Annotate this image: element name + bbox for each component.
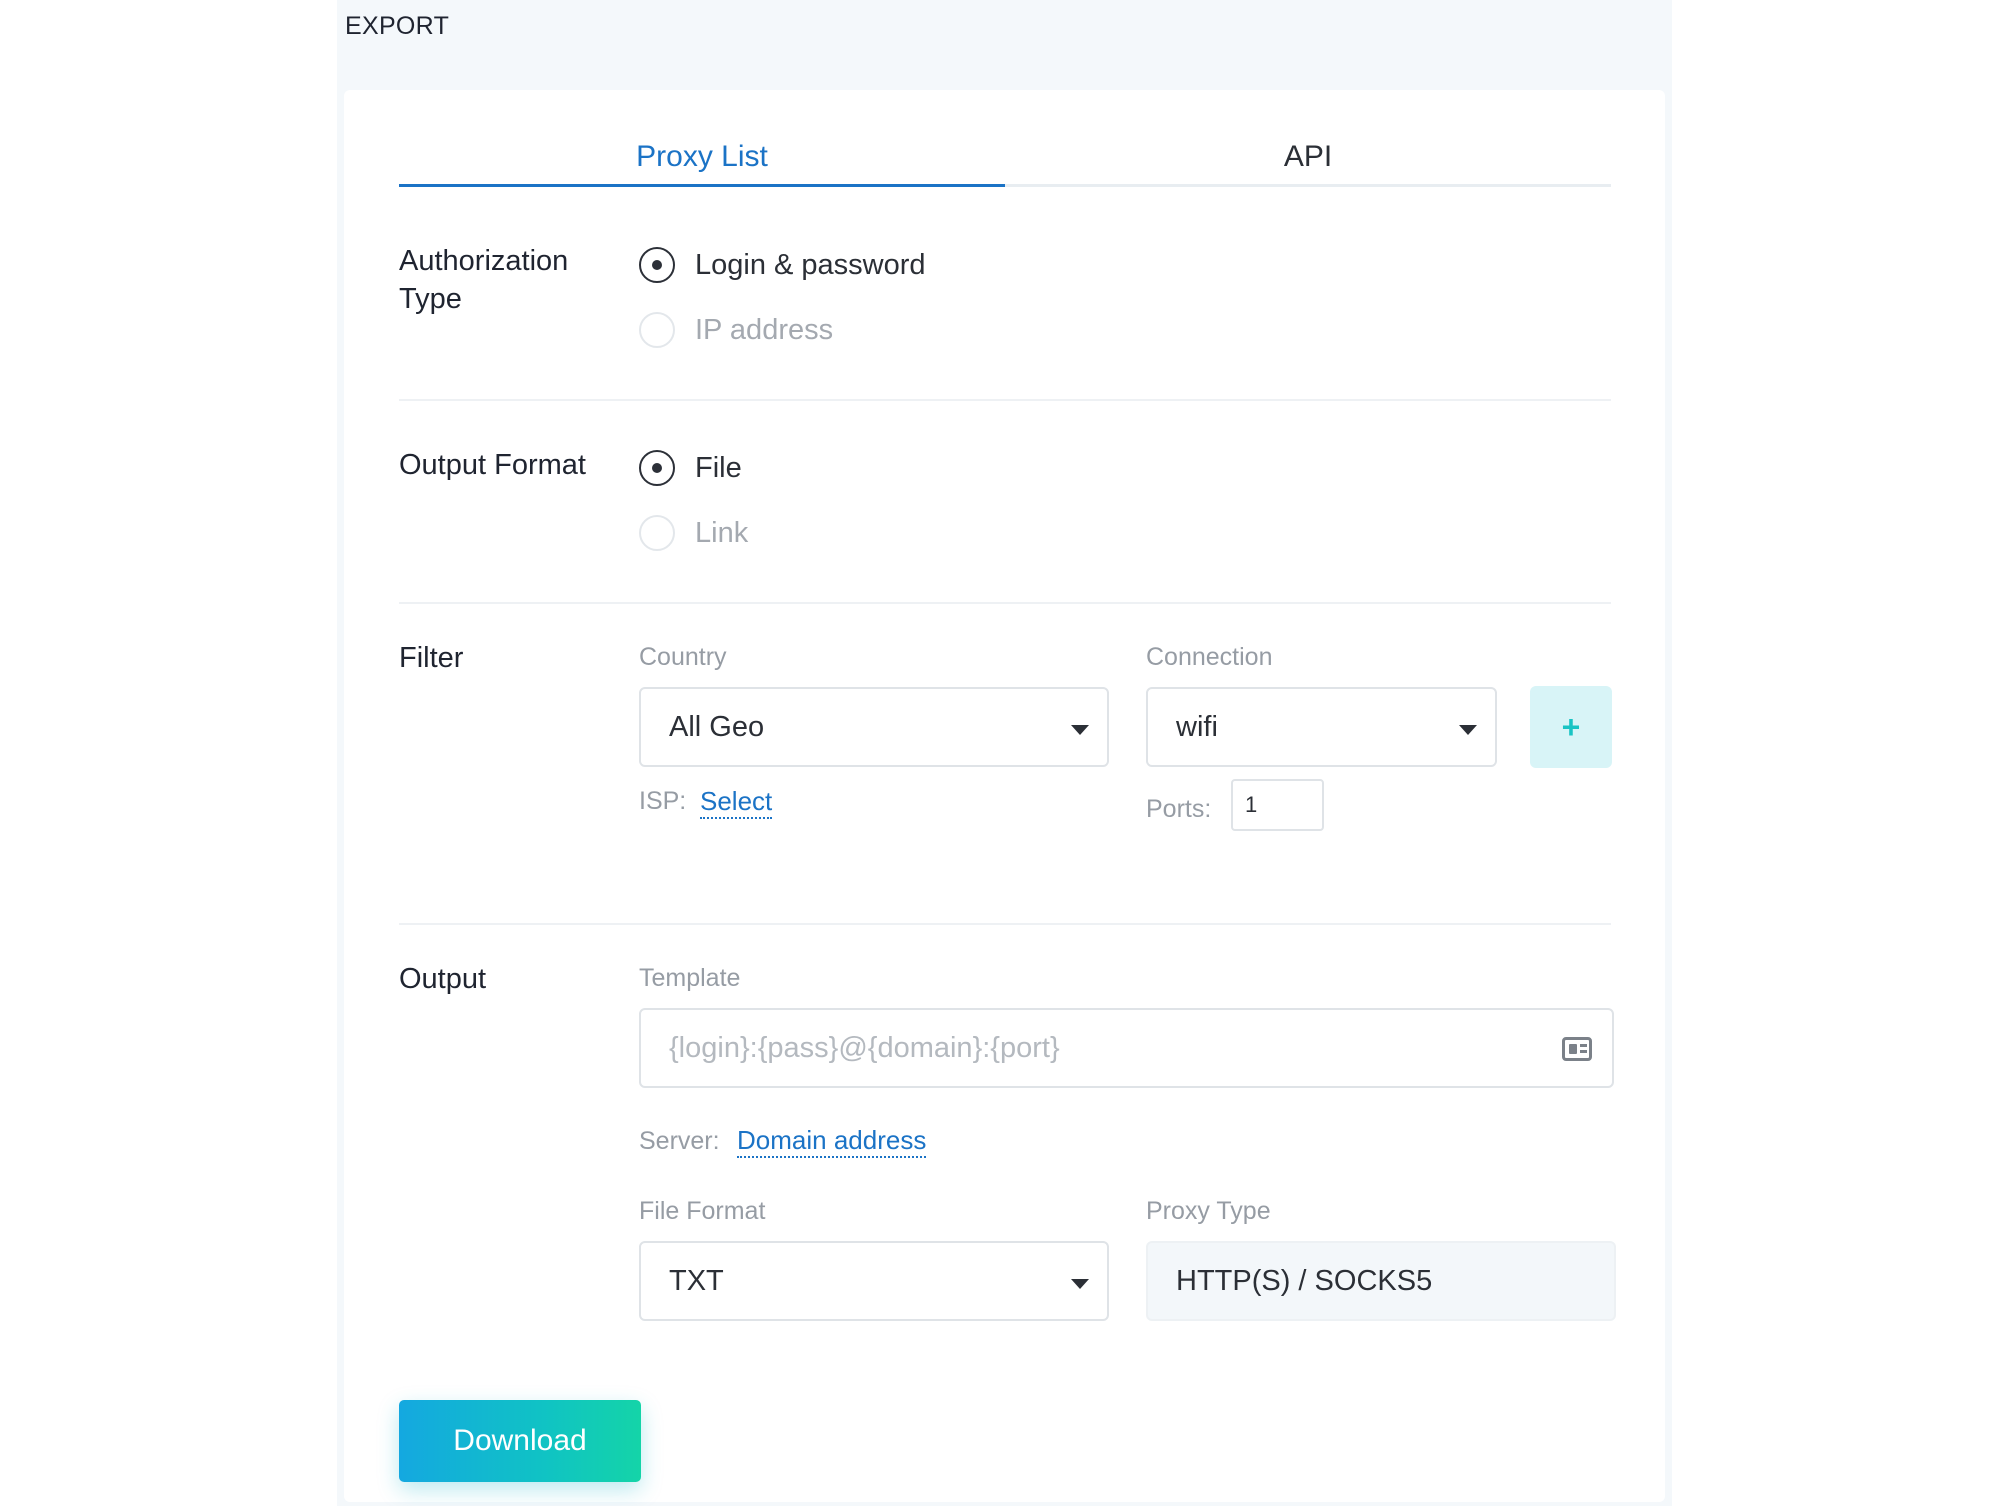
radio-label: IP address xyxy=(695,313,834,346)
country-value: All Geo xyxy=(669,710,765,743)
template-placeholder: {login}:{pass}@{domain}:{port} xyxy=(669,1031,1060,1064)
ports-input[interactable]: 1 xyxy=(1231,779,1324,831)
plus-icon: + xyxy=(1561,708,1581,745)
tab-bar: Proxy List API xyxy=(399,130,1611,187)
server-domain-link[interactable]: Domain address xyxy=(737,1124,927,1158)
server-label: Server: xyxy=(639,1127,720,1155)
template-input[interactable]: {login}:{pass}@{domain}:{port} xyxy=(639,1008,1614,1088)
isp-label: ISP: xyxy=(639,787,687,815)
file-format-label: File Format xyxy=(639,1197,766,1225)
divider xyxy=(399,602,1611,604)
file-format-value: TXT xyxy=(669,1264,724,1297)
export-panel: EXPORT Proxy List API Authorization Type… xyxy=(337,0,1672,1506)
divider xyxy=(399,923,1611,925)
radio-label: Login & password xyxy=(695,248,926,281)
radio-ip-address[interactable]: IP address xyxy=(639,310,833,350)
connection-value: wifi xyxy=(1176,710,1218,743)
chevron-down-icon xyxy=(1071,725,1089,735)
radio-label: Link xyxy=(695,516,749,549)
authorization-label-line2: Type xyxy=(399,283,462,315)
template-card-icon[interactable] xyxy=(1562,1037,1592,1061)
tab-api[interactable]: API xyxy=(1005,130,1611,184)
radio-unchecked-icon[interactable] xyxy=(639,515,675,551)
tab-proxy-list[interactable]: Proxy List xyxy=(399,130,1005,187)
radio-login-password[interactable]: Login & password xyxy=(639,245,926,285)
country-select[interactable]: All Geo xyxy=(639,687,1109,767)
authorization-label-line1: Authorization xyxy=(399,245,569,277)
radio-label: File xyxy=(695,451,742,484)
ports-label: Ports: xyxy=(1146,795,1212,823)
country-label: Country xyxy=(639,643,727,671)
export-card: Proxy List API Authorization Type Login … xyxy=(344,90,1665,1502)
radio-unchecked-icon[interactable] xyxy=(639,312,675,348)
output-format-label: Output Format xyxy=(399,449,586,481)
radio-checked-icon[interactable] xyxy=(639,450,675,486)
page-title: EXPORT xyxy=(345,12,450,40)
radio-checked-icon[interactable] xyxy=(639,247,675,283)
radio-file[interactable]: File xyxy=(639,448,742,488)
proxy-type-field: HTTP(S) / SOCKS5 xyxy=(1146,1241,1616,1321)
divider xyxy=(399,399,1611,401)
template-label: Template xyxy=(639,964,741,992)
authorization-type-label: Authorization Type xyxy=(399,242,568,318)
output-label: Output xyxy=(399,963,487,995)
add-filter-button[interactable]: + xyxy=(1530,686,1612,768)
proxy-type-label: Proxy Type xyxy=(1146,1197,1271,1225)
connection-label: Connection xyxy=(1146,643,1273,671)
proxy-type-value: HTTP(S) / SOCKS5 xyxy=(1176,1264,1433,1297)
file-format-select[interactable]: TXT xyxy=(639,1241,1109,1321)
chevron-down-icon xyxy=(1071,1279,1089,1289)
radio-link[interactable]: Link xyxy=(639,513,748,553)
download-button[interactable]: Download xyxy=(399,1400,641,1482)
filter-label: Filter xyxy=(399,642,464,674)
isp-select-link[interactable]: Select xyxy=(700,785,773,819)
chevron-down-icon xyxy=(1459,725,1477,735)
connection-select[interactable]: wifi xyxy=(1146,687,1497,767)
